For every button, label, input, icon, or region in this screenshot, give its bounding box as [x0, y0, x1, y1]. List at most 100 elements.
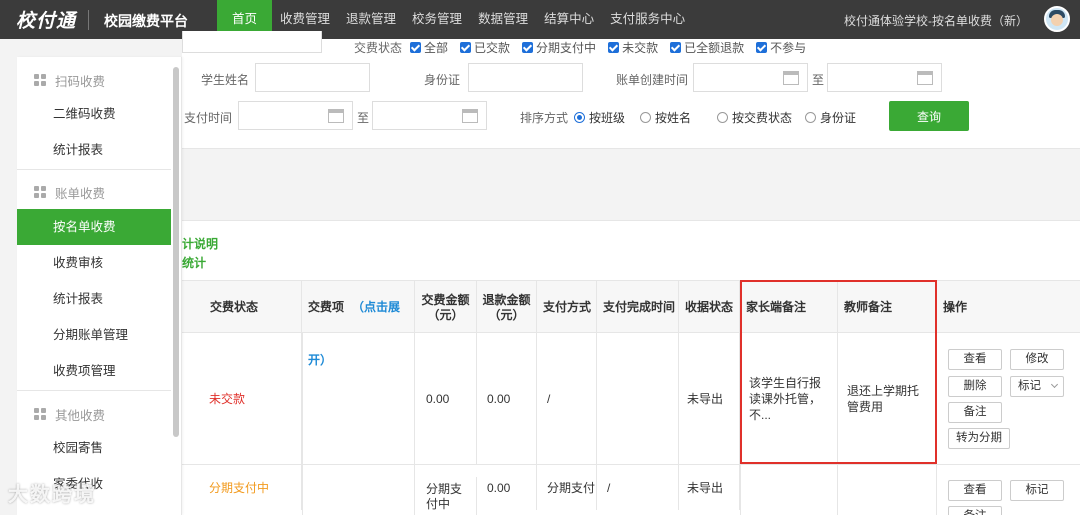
status-installment[interactable]: 分期支付中 — [522, 39, 596, 56]
status-unpaid[interactable]: 未交款 — [608, 39, 658, 56]
row1-amount: 0.00 — [419, 333, 477, 464]
sidebar-item-consignment[interactable]: 校园寄售 — [17, 430, 171, 466]
bill-table: 交费状态 交费项 （点击展开） 交费金额（元） 退款金额（元） 支付方式 支付完成… — [182, 280, 1080, 515]
student-name-input[interactable] — [255, 63, 370, 92]
th-teacher-note: 教师备注 — [838, 280, 937, 333]
calendar-icon[interactable] — [462, 109, 478, 123]
sidebar-item-charge-items[interactable]: 收费项管理 — [17, 353, 171, 389]
mark-button[interactable]: 标记 — [1010, 480, 1064, 501]
id-card-input[interactable] — [468, 63, 583, 92]
nav-refund-management[interactable]: 退款管理 — [338, 0, 404, 39]
view-button[interactable]: 查看 — [948, 480, 1002, 501]
sort-by-id-card[interactable]: 身份证 — [805, 109, 856, 126]
convert-installment-button[interactable]: 转为分期 — [948, 428, 1010, 449]
nav-settlement-center[interactable]: 结算中心 — [536, 0, 602, 39]
delete-button[interactable]: 删除 — [948, 376, 1002, 397]
sidebar-group-scan[interactable]: 扫码收费 — [17, 62, 172, 98]
sidebar-item-installment[interactable]: 分期账单管理 — [17, 317, 171, 353]
nav-data-management[interactable]: 数据管理 — [470, 0, 536, 39]
sidebar-item-bill-report[interactable]: 统计报表 — [17, 281, 171, 317]
th-amount: 交费金额（元） — [415, 280, 477, 333]
row1-teacher-note: 退还上学期托管费用 — [840, 333, 937, 464]
status-not-participating[interactable]: 不参与 — [756, 39, 806, 56]
nav-school-affairs[interactable]: 校务管理 — [404, 0, 470, 39]
mark-select[interactable]: 标记 — [1010, 376, 1064, 397]
checkbox-icon[interactable] — [410, 42, 422, 53]
avatar-face — [1051, 14, 1063, 26]
status-all[interactable]: 全部 — [410, 39, 448, 56]
radio-icon[interactable] — [640, 112, 651, 123]
pay-time-start-input[interactable] — [238, 101, 353, 130]
status-checkbox-row: 交费状态 全部 已交款 分期支付中 未交款 已全额退款 不参与 — [354, 39, 818, 56]
avatar[interactable] — [1044, 6, 1070, 32]
bill-created-start-input[interactable] — [693, 63, 808, 92]
query-button[interactable]: 查询 — [889, 101, 969, 131]
sidebar-group-other[interactable]: 其他收费 — [17, 396, 172, 432]
stats-band: 计说明 统计 — [182, 220, 1080, 280]
th-status: 交费状态 — [182, 280, 302, 333]
row2-refund: 0.00 — [480, 465, 537, 510]
checkbox-icon[interactable] — [522, 42, 534, 53]
sidebar-item-qrcode[interactable]: 二维码收费 — [17, 96, 171, 132]
sidebar-item-review[interactable]: 收费审核 — [17, 245, 171, 281]
sort-by-name[interactable]: 按姓名 — [640, 109, 691, 126]
to-label: 至 — [812, 73, 825, 87]
note-button[interactable]: 备注 — [948, 402, 1002, 423]
row2-parent-note — [740, 465, 838, 515]
row2-pay-method: 分期支付 — [540, 465, 597, 510]
stats-link[interactable]: 统计 — [182, 254, 206, 271]
edit-button[interactable]: 修改 — [1010, 349, 1064, 370]
chevron-down-icon — [1050, 380, 1059, 389]
sidebar-group-bill[interactable]: 账单收费 — [17, 174, 172, 210]
sidebar-item-by-list[interactable]: 按名单收费 — [17, 209, 171, 245]
sort-by-class[interactable]: 按班级 — [574, 109, 625, 126]
pay-time-end-input[interactable] — [372, 101, 487, 130]
status-refunded[interactable]: 已全额退款 — [670, 39, 744, 56]
filter-panel: 交费状态 全部 已交款 分期支付中 未交款 已全额退款 不参与 学生姓名 身份证… — [182, 31, 1080, 149]
nav-payment-service[interactable]: 支付服务中心 — [602, 0, 693, 39]
grid-icon — [34, 407, 47, 421]
watermark: 大数跨境 — [8, 484, 96, 506]
stats-explanation-link[interactable]: 计说明 — [182, 235, 218, 252]
row1-receipt: 未导出 — [680, 333, 740, 464]
row2-receipt: 未导出 — [680, 465, 740, 510]
checkbox-icon[interactable] — [670, 42, 682, 53]
note-button[interactable]: 备注 — [948, 506, 1002, 515]
status-paid[interactable]: 已交款 — [460, 39, 510, 56]
grid-icon — [34, 73, 47, 87]
school-name[interactable]: 校付通体验学校-按名单收费（新） — [844, 12, 1028, 29]
row1-pay-method: / — [540, 333, 597, 464]
logo[interactable]: 校付通 — [16, 6, 76, 33]
sort-label: 排序方式 — [520, 111, 569, 125]
checkbox-icon[interactable] — [608, 42, 620, 53]
row2-teacher-note — [838, 465, 937, 515]
radio-icon[interactable] — [574, 112, 585, 123]
row1-parent-note: 该学生自行报读课外托管，不... — [742, 333, 838, 464]
sort-by-status[interactable]: 按交费状态 — [717, 109, 792, 126]
checkbox-icon[interactable] — [756, 42, 768, 53]
sidebar-divider — [17, 169, 171, 170]
sidebar-item-scan-report[interactable]: 统计报表 — [17, 132, 171, 168]
logo-divider — [88, 10, 89, 30]
radio-icon[interactable] — [805, 112, 816, 123]
platform-title: 校园缴费平台 — [104, 13, 188, 29]
th-pay-method: 支付方式 — [537, 280, 597, 333]
to-label: 至 — [357, 111, 370, 125]
row1-refund: 0.00 — [480, 333, 537, 464]
calendar-icon[interactable] — [783, 71, 799, 85]
pay-time-label: 支付时间 — [184, 111, 233, 125]
radio-icon[interactable] — [717, 112, 728, 123]
checkbox-icon[interactable] — [460, 42, 472, 53]
row2-status: 分期支付中 — [202, 465, 302, 510]
row1-pay-time — [597, 333, 679, 464]
row2-pay-time: / — [600, 465, 679, 510]
sidebar-scrollbar[interactable] — [173, 67, 179, 437]
calendar-icon[interactable] — [328, 109, 344, 123]
view-button[interactable]: 查看 — [948, 349, 1002, 370]
sidebar-divider — [17, 390, 171, 391]
calendar-icon[interactable] — [917, 71, 933, 85]
top-select[interactable] — [182, 31, 322, 53]
th-ops: 操作 — [937, 280, 1080, 333]
bill-created-end-input[interactable] — [827, 63, 942, 92]
bill-created-label: 账单创建时间 — [616, 73, 689, 87]
